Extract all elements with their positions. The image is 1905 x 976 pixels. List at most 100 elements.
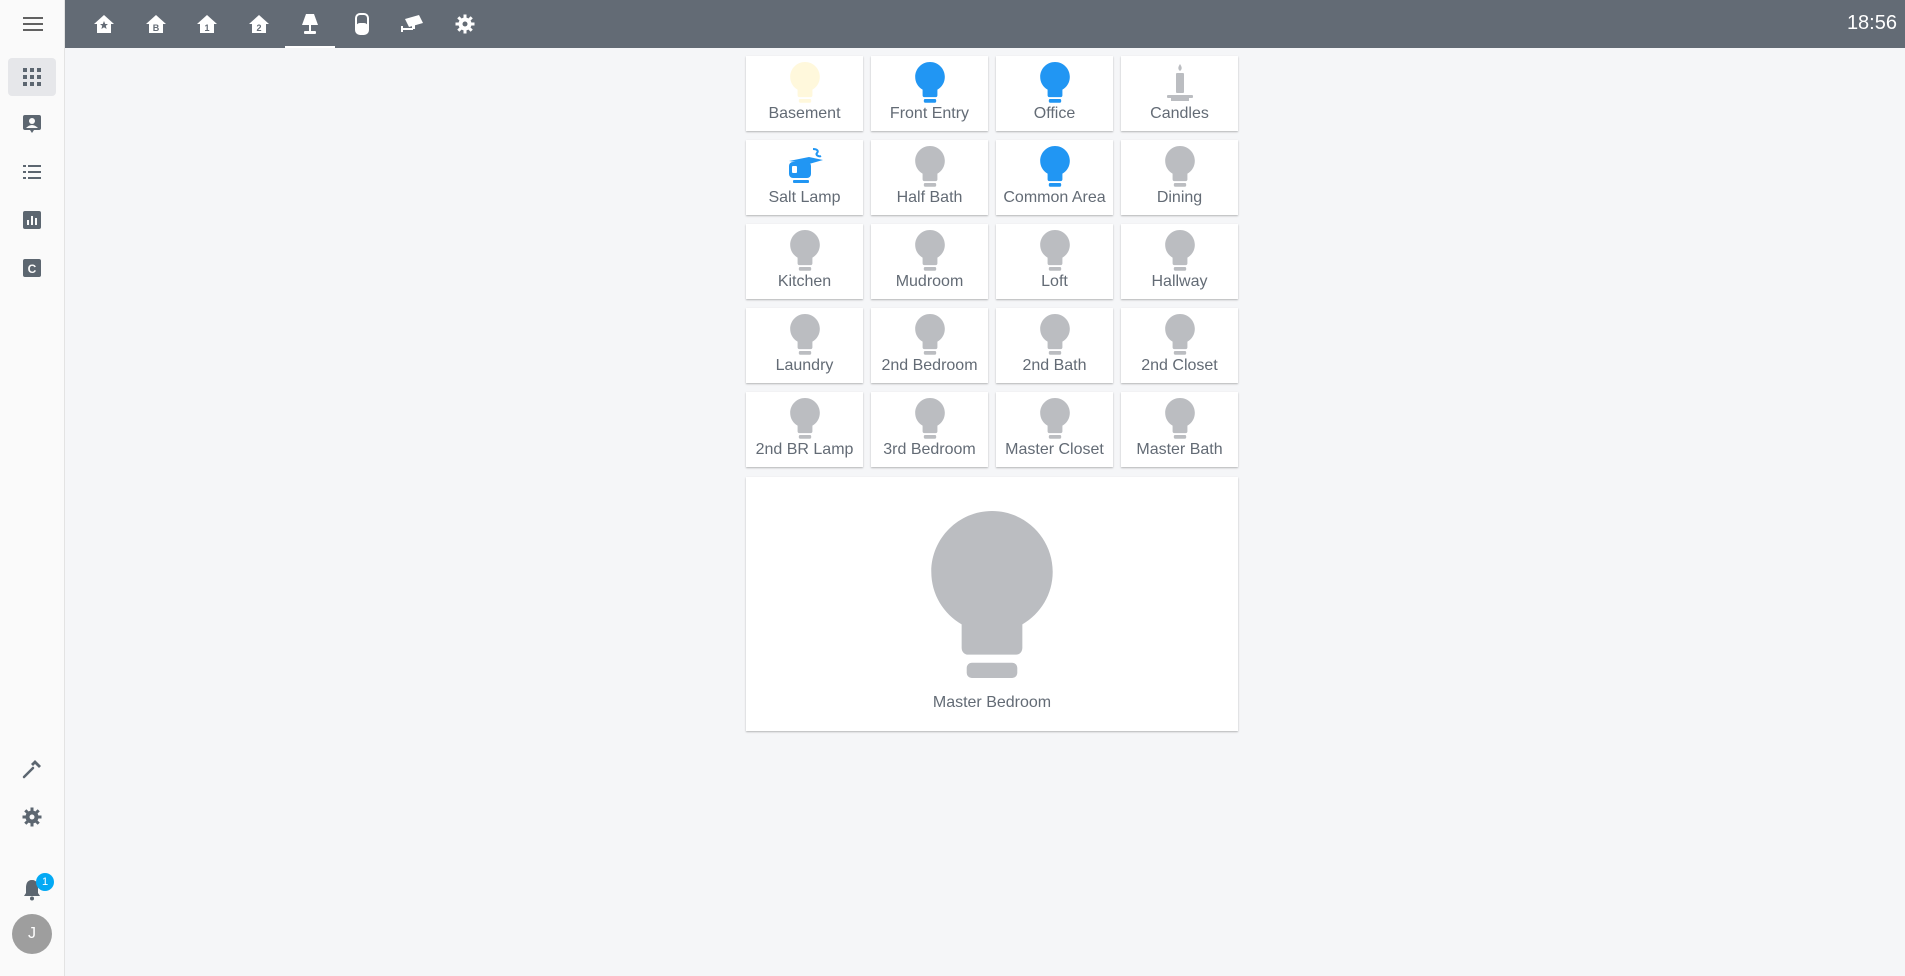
user-avatar[interactable]: J (12, 914, 52, 954)
tab-cameras[interactable] (388, 0, 438, 48)
light-tile[interactable]: 2nd Closet (1121, 308, 1238, 383)
light-tile[interactable]: Dining (1121, 140, 1238, 215)
cctv-icon (401, 15, 423, 32)
light-tile-icon-wrap (914, 398, 945, 440)
sidebar-item-developer-tools[interactable] (8, 750, 56, 788)
sidebar: C 1 J (0, 0, 65, 976)
light-tile-label: Basement (768, 105, 841, 122)
sidebar-item-overview[interactable] (8, 58, 56, 96)
menu-button[interactable] (0, 0, 65, 48)
lightbulb-icon (789, 62, 820, 103)
light-tile[interactable]: Front Entry (871, 56, 988, 131)
lightbulb-icon (1039, 230, 1070, 271)
sidebar-item-settings[interactable] (8, 798, 56, 836)
light-tile-icon-wrap (1165, 62, 1195, 104)
light-tile[interactable]: Half Bath (871, 140, 988, 215)
letter-c-box-icon: C (23, 259, 41, 277)
clock: 18:56 (1846, 12, 1897, 34)
apps-grid-icon (23, 68, 41, 86)
gear-icon (22, 807, 42, 827)
light-tile-label: Common Area (1003, 189, 1106, 206)
svg-text:1: 1 (204, 23, 209, 33)
light-tile[interactable]: Basement (746, 56, 863, 131)
smart-speaker-icon (355, 13, 369, 35)
lightbulb-icon (914, 230, 945, 271)
tab-floor-1[interactable]: 1 (182, 0, 232, 48)
light-tile[interactable]: Mudroom (871, 224, 988, 299)
candle-icon (1166, 64, 1193, 101)
light-tile-label: Mudroom (895, 273, 964, 290)
tab-home[interactable] (79, 0, 129, 48)
light-tile-icon-wrap (1164, 398, 1195, 440)
sidebar-item-history[interactable] (8, 201, 56, 239)
light-tile-label: Candles (1150, 105, 1209, 122)
light-tile-icon-wrap (914, 230, 945, 272)
light-tile[interactable]: Loft (996, 224, 1113, 299)
svg-text:2: 2 (256, 23, 261, 33)
light-tile-label: 2nd Closet (1141, 357, 1218, 374)
lightbulb-icon (1039, 146, 1070, 187)
light-tile-label: 3rd Bedroom (883, 441, 976, 458)
lightbulb-icon (789, 398, 820, 439)
tab-lights[interactable] (285, 0, 335, 48)
menu-icon (22, 17, 43, 31)
light-tile[interactable]: Common Area (996, 140, 1113, 215)
sidebar-item-map[interactable] (8, 105, 56, 143)
light-tile-icon-wrap (1039, 398, 1070, 440)
sidebar-item-custom[interactable]: C (8, 249, 56, 287)
light-tile-label: 2nd Bedroom (881, 357, 978, 374)
lightbulb-icon (931, 511, 1053, 678)
light-tile-label: Laundry (775, 357, 834, 374)
lightbulb-icon (1039, 314, 1070, 355)
light-tile-icon-wrap (1164, 146, 1195, 188)
light-tile[interactable]: Kitchen (746, 224, 863, 299)
light-tile-label: Salt Lamp (768, 189, 841, 206)
lightbulb-icon (1164, 398, 1195, 439)
light-tile[interactable]: 3rd Bedroom (871, 392, 988, 467)
light-tile-label: Office (1033, 105, 1076, 122)
lightbulb-icon (1164, 146, 1195, 187)
light-tile-icon-wrap (789, 398, 820, 440)
lightbulb-icon (914, 146, 945, 187)
light-tile-icon-wrap (783, 146, 827, 188)
light-tile-label: Hallway (1151, 273, 1208, 290)
lightbulb-icon (914, 398, 945, 439)
light-tile-icon-wrap (1039, 146, 1070, 188)
svg-text:B: B (153, 23, 160, 33)
light-tile[interactable]: Master Closet (996, 392, 1113, 467)
light-tile[interactable]: Office (996, 56, 1113, 131)
light-tile-label: Master Bath (1136, 441, 1223, 458)
gear-icon (455, 14, 475, 34)
light-tile[interactable]: 2nd Bath (996, 308, 1113, 383)
light-tile-label: Loft (1041, 273, 1068, 290)
lightbulb-icon (1039, 62, 1070, 103)
light-tile-label: 2nd Bath (1022, 357, 1087, 374)
lightbulb-icon (1164, 314, 1195, 355)
light-tile[interactable]: Candles (1121, 56, 1238, 131)
light-tile-icon-wrap (1039, 314, 1070, 356)
light-tile[interactable]: 2nd BR Lamp (746, 392, 863, 467)
light-tile[interactable]: Master Bath (1121, 392, 1238, 467)
light-tile[interactable]: 2nd Bedroom (871, 308, 988, 383)
light-tile-icon-wrap (1039, 230, 1070, 272)
svg-text:C: C (28, 262, 37, 276)
featured-light-tile[interactable]: Master Bedroom (746, 477, 1238, 731)
tab-media[interactable] (337, 0, 387, 48)
hammer-icon (22, 760, 41, 779)
light-tile-label: Dining (1156, 189, 1203, 206)
light-tile-label: Half Bath (896, 189, 963, 206)
account-box-icon (23, 115, 41, 133)
light-tile[interactable]: Salt Lamp (746, 140, 863, 215)
lamp-icon (302, 14, 318, 34)
list-icon (23, 165, 41, 179)
light-tile-icon-wrap (1164, 314, 1195, 356)
light-tile-label: Front Entry (889, 105, 970, 122)
sidebar-item-notifications[interactable]: 1 (8, 871, 56, 909)
tab-basement[interactable]: B (131, 0, 181, 48)
tab-settings[interactable] (440, 0, 490, 48)
lightbulb-icon (789, 230, 820, 271)
sidebar-item-logbook[interactable] (8, 153, 56, 191)
tab-floor-2[interactable]: 2 (234, 0, 284, 48)
light-tile[interactable]: Laundry (746, 308, 863, 383)
light-tile[interactable]: Hallway (1121, 224, 1238, 299)
